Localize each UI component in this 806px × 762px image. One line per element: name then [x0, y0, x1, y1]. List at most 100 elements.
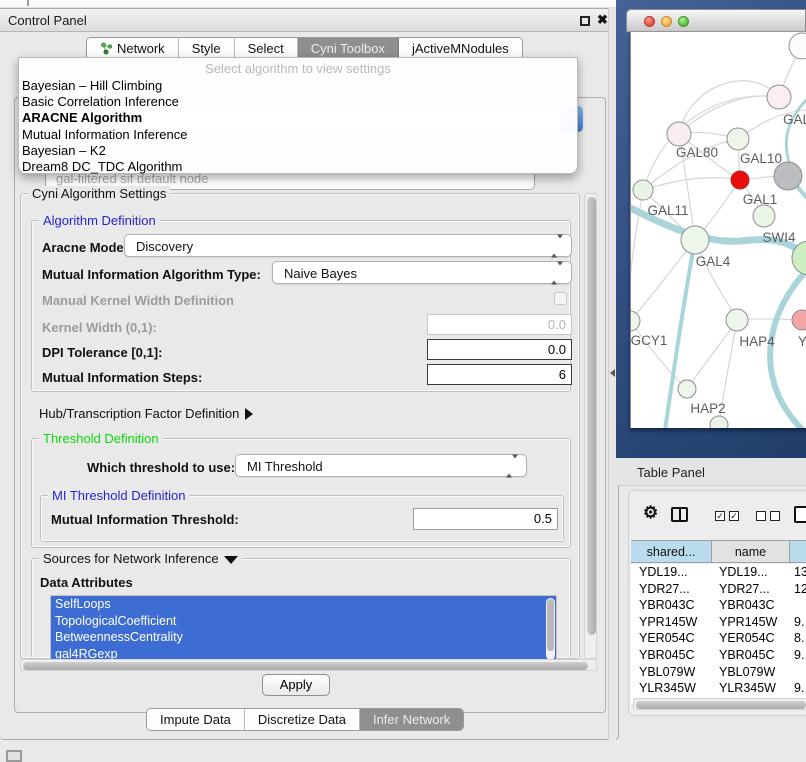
- list-item[interactable]: BetweennessCentrality: [51, 629, 556, 646]
- cell-shared-name[interactable]: YPR145W: [639, 615, 697, 629]
- node-gal10[interactable]: [727, 128, 749, 150]
- cell-shared-name[interactable]: YDL19...: [639, 565, 688, 579]
- deselect-all-checkbox-icon[interactable]: [756, 511, 766, 521]
- window-zoom-button[interactable]: [678, 16, 689, 27]
- list-vertical-scrollbar[interactable]: [546, 598, 555, 660]
- table-row[interactable]: YBR045C YBR045C 9.: [631, 647, 806, 664]
- window-minimize-button[interactable]: [661, 16, 672, 27]
- tab-style[interactable]: Style: [179, 38, 235, 59]
- cell-value[interactable]: 13: [794, 565, 806, 579]
- menu-item-bayesian-hill-climbing[interactable]: Bayesian – Hill Climbing: [19, 78, 577, 94]
- kernel-width-field[interactable]: 0.0: [427, 314, 572, 335]
- cell-value[interactable]: 8.: [794, 631, 804, 645]
- select-all-checkbox-icon[interactable]: ✓: [715, 511, 725, 521]
- node-bottom[interactable]: [710, 416, 728, 428]
- data-attributes-list[interactable]: SelfLoops TopologicalCoefficient Between…: [50, 595, 557, 660]
- list-item[interactable]: TopologicalCoefficient: [51, 613, 556, 630]
- tab-impute-data[interactable]: Impute Data: [147, 709, 245, 730]
- cell-name[interactable]: YDL19...: [719, 565, 768, 579]
- cell-name[interactable]: YBR045C: [719, 648, 775, 662]
- splitter-collapse-icon[interactable]: [610, 369, 615, 377]
- mi-type-combobox[interactable]: Naive Bayes: [272, 261, 572, 284]
- cell-value[interactable]: 9.: [794, 615, 804, 629]
- node-gal4[interactable]: [681, 226, 709, 254]
- settings-horizontal-scrollbar[interactable]: [20, 659, 597, 671]
- tab-label: Network: [117, 41, 165, 56]
- table-settings-gear-icon[interactable]: ⚙: [643, 503, 658, 523]
- cell-name[interactable]: YBR043C: [719, 598, 775, 612]
- node-gal80[interactable]: [667, 122, 691, 146]
- minimized-panel-icon[interactable]: [6, 750, 22, 762]
- select-all-checkbox-icon-2[interactable]: ✓: [729, 511, 739, 521]
- control-panel-titlebar[interactable]: Control Panel ✖: [0, 9, 617, 32]
- menu-item-basic-correlation[interactable]: Basic Correlation Inference: [19, 94, 577, 110]
- node-gal11[interactable]: [633, 180, 653, 200]
- apply-button[interactable]: Apply: [262, 674, 330, 696]
- cell-shared-name[interactable]: YDR27...: [639, 582, 690, 596]
- cell-value[interactable]: 9.: [794, 648, 804, 662]
- sources-expander[interactable]: Sources for Network Inference: [39, 551, 242, 566]
- close-icon[interactable]: ✖: [597, 12, 608, 28]
- which-threshold-combobox[interactable]: MI Threshold: [235, 454, 527, 477]
- node-gal1-selected[interactable]: [731, 171, 749, 189]
- mi-steps-field[interactable]: 6: [427, 364, 572, 385]
- cell-shared-name[interactable]: YLR345W: [639, 681, 696, 695]
- table-row[interactable]: YBL079W YBL079W: [631, 664, 806, 681]
- menu-item-mutual-information[interactable]: Mutual Information Inference: [19, 127, 577, 143]
- menu-item-dream8[interactable]: Dream8 DC_TDC Algorithm: [19, 159, 577, 175]
- tab-infer-network[interactable]: Infer Network: [360, 709, 463, 730]
- list-item[interactable]: SelfLoops: [51, 596, 556, 613]
- table-function-icon[interactable]: [794, 506, 806, 523]
- column-header-shared-name[interactable]: shared...: [631, 540, 712, 563]
- node-hap2[interactable]: [678, 380, 696, 398]
- hub-definition-expander[interactable]: Hub/Transcription Factor Definition: [39, 406, 253, 421]
- float-window-icon[interactable]: [580, 16, 590, 26]
- node-gray[interactable]: [774, 162, 802, 190]
- aracne-mode-combobox[interactable]: Discovery: [124, 234, 572, 257]
- network-window-titlebar[interactable]: [626, 9, 806, 32]
- table-row[interactable]: YDL19... YDL19... 13: [631, 564, 806, 581]
- cell-shared-name[interactable]: YBR043C: [639, 598, 695, 612]
- column-header-clipped[interactable]: [790, 540, 806, 563]
- table-row[interactable]: YER054C YER054C 8.: [631, 630, 806, 647]
- node-gal2[interactable]: [767, 85, 791, 109]
- column-header-name[interactable]: name: [712, 540, 790, 563]
- cell-name[interactable]: YBL079W: [719, 665, 775, 679]
- network-view-canvas[interactable]: GAL2 GAL80 GAL10 GAL1 GAL11 SWI4 GAL4 GC…: [630, 32, 806, 428]
- cell-shared-name[interactable]: YBR045C: [639, 648, 695, 662]
- tab-jactivemnodules[interactable]: jActiveMNodules: [399, 38, 522, 59]
- node-gcy1[interactable]: [631, 311, 640, 331]
- tab-network[interactable]: Network: [87, 38, 179, 59]
- cell-shared-name[interactable]: YBL079W: [639, 665, 695, 679]
- cell-name[interactable]: YPR145W: [719, 615, 777, 629]
- table-row[interactable]: YDR27... YDR27... 12: [631, 581, 806, 598]
- manual-kernel-checkbox[interactable]: [554, 292, 567, 305]
- cell-name[interactable]: YDR27...: [719, 582, 770, 596]
- table-row[interactable]: YBR043C YBR043C: [631, 597, 806, 614]
- mi-threshold-field[interactable]: 0.5: [413, 508, 558, 530]
- tab-cyni-toolbox[interactable]: Cyni Toolbox: [298, 38, 399, 59]
- list-item[interactable]: gal4RGexp: [51, 646, 556, 661]
- node-hap4[interactable]: [726, 309, 748, 331]
- table-row[interactable]: YPR145W YPR145W 9.: [631, 614, 806, 631]
- cell-name[interactable]: YER054C: [719, 631, 775, 645]
- menu-item-bayesian-k2[interactable]: Bayesian – K2: [19, 143, 577, 159]
- column-manager-icon[interactable]: [671, 507, 688, 522]
- node[interactable]: [789, 33, 806, 59]
- menu-item-aracne[interactable]: ARACNE Algorithm: [19, 110, 577, 126]
- cell-value[interactable]: 12: [794, 582, 806, 596]
- cell-shared-name[interactable]: YER054C: [639, 631, 695, 645]
- dpi-tolerance-field[interactable]: 0.0: [427, 339, 572, 360]
- table-row[interactable]: YLR345W YLR345W 9.: [631, 680, 806, 697]
- cell-name[interactable]: YLR345W: [719, 681, 776, 695]
- node-swi4[interactable]: [753, 205, 775, 227]
- node-salmon[interactable]: [792, 310, 806, 330]
- deselect-all-checkbox-icon-2[interactable]: [770, 511, 780, 521]
- window-close-button[interactable]: [644, 16, 655, 27]
- tab-discretize-data[interactable]: Discretize Data: [245, 709, 360, 730]
- cell-value[interactable]: 9.: [794, 681, 804, 695]
- tab-select[interactable]: Select: [235, 38, 298, 59]
- table-panel-titlebar: Table Panel: [616, 458, 806, 486]
- table-horizontal-scrollbar[interactable]: [633, 698, 806, 710]
- settings-vertical-scrollbar[interactable]: [584, 193, 597, 659]
